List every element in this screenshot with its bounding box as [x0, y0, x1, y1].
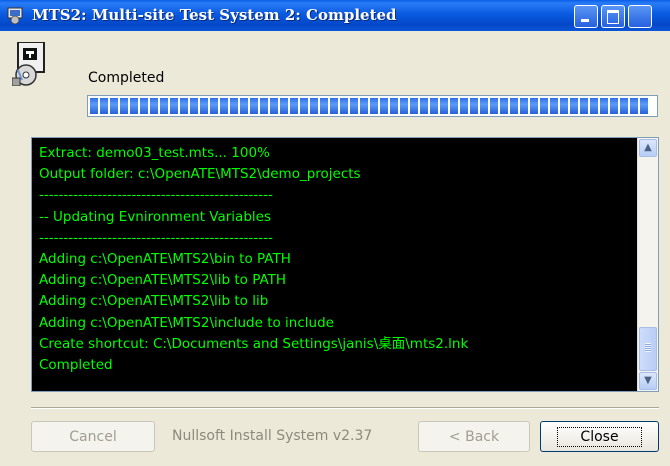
- progress-segment: [470, 98, 478, 114]
- progress-segment: [490, 98, 498, 114]
- progress-segment: [520, 98, 528, 114]
- progress-segment: [640, 98, 648, 114]
- progress-segment: [550, 98, 558, 114]
- progress-segment: [210, 98, 218, 114]
- installer-cd-icon: [12, 42, 45, 86]
- log-line: Adding c:\OpenATE\MTS2\bin to PATH: [39, 251, 291, 268]
- progress-segment: [220, 98, 228, 114]
- progress-segment: [630, 98, 638, 114]
- progress-segment: [540, 98, 548, 114]
- log-line: Adding c:\OpenATE\MTS2\include to includ…: [39, 314, 334, 331]
- progress-segment: [330, 98, 338, 114]
- progress-segment: [320, 98, 328, 114]
- progress-segment: [530, 98, 538, 114]
- progress-segment: [400, 98, 408, 114]
- back-button[interactable]: < Back: [418, 421, 530, 452]
- progress-segment: [170, 98, 178, 114]
- progress-segment: [610, 98, 618, 114]
- cancel-button[interactable]: Cancel: [31, 421, 155, 452]
- progress-segment: [370, 98, 378, 114]
- footer-divider: [31, 407, 659, 409]
- installer-app-icon: [7, 7, 23, 24]
- log-line: Extract: demo03_test.mts... 100%: [39, 145, 270, 161]
- progress-segment: [110, 98, 118, 114]
- scroll-down-icon[interactable]: ▼: [639, 372, 657, 390]
- progress-segment: [480, 98, 488, 114]
- progress-segment: [510, 98, 518, 114]
- log-line: Output folder: c:\OpenATE\MTS2\demo_proj…: [39, 166, 361, 183]
- progress-segment: [590, 98, 598, 114]
- window-title: MTS2: Multi-site Test System 2: Complete…: [32, 6, 397, 24]
- progress-segment: [430, 98, 438, 114]
- progress-segment: [600, 98, 608, 114]
- progress-segment: [380, 98, 388, 114]
- progress-segment: [200, 98, 208, 114]
- progress-segment: [580, 98, 588, 114]
- log-lines: Extract: demo03_test.mts... 100% Output f…: [39, 143, 634, 376]
- log-line: Adding c:\OpenATE\MTS2\lib to lib: [39, 293, 269, 310]
- log-line: Adding c:\OpenATE\MTS2\lib to PATH: [39, 272, 287, 289]
- progress-segment: [390, 98, 398, 114]
- progress-segment: [350, 98, 358, 114]
- close-window-button[interactable]: [628, 5, 652, 28]
- progress-segment: [500, 98, 508, 114]
- minimize-button[interactable]: [574, 5, 598, 28]
- progress-segment: [360, 98, 368, 114]
- progress-segment: [230, 98, 238, 114]
- progress-segment: [190, 98, 198, 114]
- progress-segment: [240, 98, 248, 114]
- log-line: ----------------------------------------…: [39, 229, 273, 246]
- close-button-label: Close: [557, 426, 642, 447]
- progress-segment: [450, 98, 458, 114]
- progress-segment: [440, 98, 448, 114]
- progress-segment: [180, 98, 188, 114]
- scroll-up-icon[interactable]: ▲: [639, 139, 657, 157]
- progress-segment: [150, 98, 158, 114]
- progress-segment: [290, 98, 298, 114]
- log-line: ----------------------------------------…: [39, 187, 273, 204]
- progress-segment: [160, 98, 168, 114]
- progress-bar: [87, 95, 658, 117]
- progress-segment: [140, 98, 148, 114]
- progress-segment: [280, 98, 288, 114]
- progress-segment: [270, 98, 278, 114]
- close-button[interactable]: Close: [540, 421, 659, 452]
- log-scrollbar[interactable]: ▲ ▼: [637, 138, 658, 391]
- progress-segment: [130, 98, 138, 114]
- progress-segment: [300, 98, 308, 114]
- progress-segment: [260, 98, 268, 114]
- progress-segment: [310, 98, 318, 114]
- details-log[interactable]: Extract: demo03_test.mts... 100% Output f…: [31, 137, 659, 392]
- log-line: -- Updating Evnironment Variables: [39, 208, 271, 225]
- branding-text: Nullsoft Install System v2.37: [172, 428, 373, 444]
- status-label: Completed: [88, 70, 165, 86]
- progress-segment: [460, 98, 468, 114]
- maximize-button[interactable]: [601, 5, 625, 28]
- progress-segment: [90, 98, 98, 114]
- log-line: Create shortcut: C:\Documents and Settin…: [39, 335, 469, 352]
- progress-segment: [120, 98, 128, 114]
- progress-segment: [250, 98, 258, 114]
- progress-segment: [570, 98, 578, 114]
- progress-segment: [420, 98, 428, 114]
- log-line: Completed: [39, 357, 113, 374]
- progress-segment: [100, 98, 108, 114]
- progress-segment: [560, 98, 568, 114]
- scroll-thumb[interactable]: [639, 327, 657, 371]
- progress-segment: [620, 98, 628, 114]
- progress-segment: [410, 98, 418, 114]
- window-titlebar[interactable]: MTS2: Multi-site Test System 2: Complete…: [0, 0, 670, 31]
- progress-segment: [340, 98, 348, 114]
